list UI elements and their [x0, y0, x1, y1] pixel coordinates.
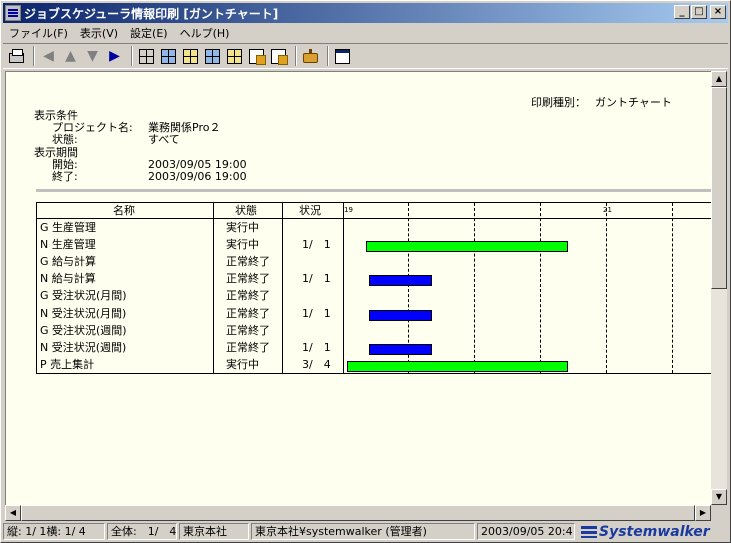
scroll-thumb[interactable] [711, 87, 727, 289]
menu-help[interactable]: ヘルプ(H) [174, 25, 236, 41]
maximize-button[interactable]: □ [691, 5, 707, 19]
vertical-scrollbar[interactable]: ▲ ▼ [711, 71, 727, 505]
scroll-corner [711, 505, 727, 521]
end-value: 2003/09/06 19:00 [148, 170, 247, 183]
scroll-down-button[interactable]: ▼ [711, 489, 727, 505]
gantt-bar [369, 309, 432, 321]
minimize-button[interactable]: _ [674, 5, 690, 19]
hscroll-thumb[interactable] [21, 505, 695, 521]
stamp-icon[interactable] [301, 47, 320, 66]
row-state: 正常終了 [226, 323, 270, 337]
report-view: 印刷種別： ガントチャート 表示条件 プロジェクト名: 業務関係Pro２ 状態:… [5, 71, 711, 505]
status-site: 東京本社 [179, 523, 249, 540]
window-title: ジョブスケジューラ情報印刷 [ガントチャート] [24, 6, 279, 21]
status-user: 東京本社¥systemwalker (管理者) [251, 523, 475, 540]
print-type-label: 印刷種別： [531, 96, 586, 109]
grid-blue2-icon[interactable] [203, 47, 222, 66]
row-state: 実行中 [226, 238, 259, 252]
grid-icon[interactable] [137, 47, 156, 66]
toolbar-separator [295, 46, 297, 66]
row-name: N 給与計算 [40, 272, 96, 286]
row-status: 1/ 1 [302, 340, 331, 354]
gantt-bar [369, 343, 432, 355]
menu-view[interactable]: 表示(V) [74, 25, 124, 41]
row-status: 1/ 1 [302, 272, 331, 286]
row-name: N 受注状況(週間) [40, 340, 127, 354]
scroll-up-button[interactable]: ▲ [711, 71, 727, 87]
toolbar-separator [327, 46, 329, 66]
row-status: 3/ 4 [302, 357, 331, 371]
row-name: G 受注状況(月間) [40, 289, 127, 303]
row-state: 実行中 [226, 221, 259, 234]
row-state: 正常終了 [226, 255, 270, 269]
grid-yellow2-icon[interactable] [225, 47, 244, 66]
gantt-bar [369, 275, 432, 287]
menu-settings[interactable]: 設定(E) [124, 25, 174, 41]
toolbar: ◀ ▲ ▼ ▶ [3, 43, 728, 69]
scroll-right-button[interactable]: ▶ [695, 505, 711, 521]
status-bar: 縦: 1/ 1横: 1/ 4 全体: 1/ 4 東京本社 東京本社¥system… [3, 522, 728, 541]
doc2-icon[interactable] [269, 47, 288, 66]
grid-yellow-icon[interactable] [181, 47, 200, 66]
state-value: すべて [148, 133, 180, 146]
tick-label: 21 [603, 206, 612, 214]
end-label: 終了: [52, 170, 78, 183]
row-state: 正常終了 [226, 306, 270, 320]
header-state: 状態 [235, 204, 257, 217]
row-state: 正常終了 [226, 289, 270, 303]
brand-logo: Systemwalker [581, 524, 710, 540]
row-name: P 売上集計 [40, 357, 95, 371]
header-name: 名称 [113, 204, 135, 217]
row-name: N 受注状況(月間) [40, 306, 127, 320]
arrow-down-icon[interactable]: ▼ [83, 47, 102, 66]
scroll-left-button[interactable]: ◀ [5, 505, 21, 521]
header-divider [36, 189, 711, 192]
row-status: 1/ 1 [302, 306, 331, 320]
row-name: G 受注状況(週間) [40, 323, 127, 337]
row-name: N 生産管理 [40, 238, 96, 252]
app-window: ジョブスケジューラ情報印刷 [ガントチャート] _ □ × ファイル(F) 表示… [0, 0, 731, 543]
row-status: 1/ 1 [302, 238, 331, 252]
app-icon[interactable] [5, 5, 21, 21]
row-state: 正常終了 [226, 340, 270, 354]
tick-label: 19 [344, 206, 353, 214]
arrow-left-icon[interactable]: ◀ [39, 47, 58, 66]
gantt-bar [365, 241, 569, 253]
header-status: 状況 [299, 204, 321, 217]
toolbar-separator [131, 46, 133, 66]
horizontal-scrollbar[interactable]: ◀ ▶ [5, 505, 711, 521]
row-state: 実行中 [226, 357, 259, 371]
toolbar-separator [33, 46, 35, 66]
menu-bar: ファイル(F) 表示(V) 設定(E) ヘルプ(H) [3, 24, 728, 42]
status-total: 全体: 1/ 4 [107, 523, 177, 540]
brand-name: Systemwalker [599, 523, 710, 540]
row-name: G 給与計算 [40, 255, 97, 269]
print-type-value: ガントチャート [595, 96, 672, 109]
close-button[interactable]: × [710, 5, 726, 19]
window-icon[interactable] [333, 47, 352, 66]
row-state: 正常終了 [226, 272, 270, 286]
brand-mark-icon [581, 525, 597, 538]
doc-icon[interactable] [247, 47, 266, 66]
state-label: 状態: [52, 133, 78, 146]
grid-blue-icon[interactable] [159, 47, 178, 66]
title-bar: ジョブスケジューラ情報印刷 [ガントチャート] _ □ × [3, 3, 728, 23]
print-icon[interactable] [7, 47, 26, 66]
row-name: G 生産管理 [40, 221, 97, 234]
status-datetime: 2003/09/05 20:41 [477, 523, 575, 540]
arrow-up-icon[interactable]: ▲ [61, 47, 80, 66]
menu-file[interactable]: ファイル(F) [3, 25, 74, 41]
arrow-right-icon[interactable]: ▶ [105, 47, 124, 66]
gantt-table: 名称 状態 状況 19 21 G 生産管理 実行中 N 生産管理 実行中 1/ 1G 給… [36, 202, 711, 374]
gantt-bar [347, 360, 569, 372]
status-page: 縦: 1/ 1横: 1/ 4 [3, 523, 105, 540]
